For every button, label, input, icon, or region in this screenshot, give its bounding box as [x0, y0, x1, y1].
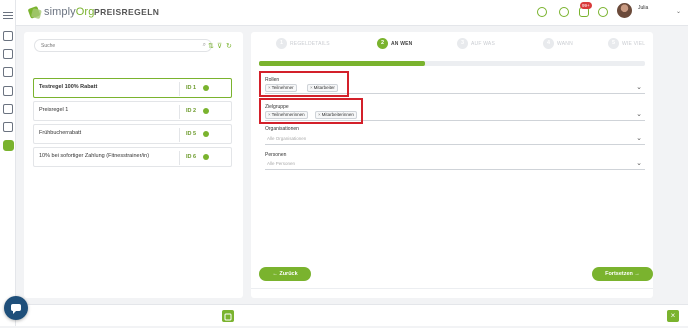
highlight-box [259, 71, 349, 97]
chevron-down-icon[interactable]: ⌄ [636, 110, 642, 118]
organisationen-select[interactable]: Alle Organisationen ⌄ [265, 133, 645, 145]
step-label: AN WEN [391, 41, 413, 47]
bottom-action-bar: × [16, 304, 688, 326]
calendar-check-icon[interactable] [3, 86, 13, 96]
status-dot [203, 108, 209, 114]
highlight-box [259, 98, 363, 124]
avatar[interactable] [617, 3, 632, 18]
menu-icon[interactable] [3, 7, 13, 19]
wizard-progress-fill [259, 61, 425, 66]
page-title: PREISREGELN [94, 7, 160, 17]
status-dot [203, 154, 209, 160]
rule-name: Preisregel 1 [39, 107, 69, 113]
step-label: AUF WAS [471, 41, 495, 47]
rule-card[interactable]: Frühbucherrabatt ID 5 [33, 124, 232, 144]
organisationen-placeholder: Alle Organisationen [267, 136, 307, 141]
building-icon[interactable] [3, 67, 13, 77]
continue-button[interactable]: Fortsetzen → [592, 267, 653, 281]
rule-name: Frühbucherrabatt [39, 130, 82, 136]
divider [179, 128, 180, 142]
rule-card[interactable]: 10% bei sofortiger Zahlung (Fitnesstrain… [33, 147, 232, 167]
rule-wizard-panel: 1 REGELDETAILS 2 AN WEN 3 AUF WAS 4 WANN… [251, 32, 653, 298]
divider [179, 82, 180, 96]
help-icon[interactable] [598, 7, 608, 17]
step-label: WIE VIEL [622, 41, 646, 47]
filter-icon[interactable]: ⊽ [217, 42, 222, 50]
step-number: 3 [457, 38, 468, 49]
document-icon[interactable] [3, 49, 13, 59]
step-number: 2 [377, 38, 388, 49]
rule-name: Testregel 100% Rabatt [39, 84, 98, 90]
save-icon[interactable] [222, 310, 234, 322]
rule-card[interactable]: Preisregel 1 ID 2 [33, 101, 232, 121]
step-number: 4 [543, 38, 554, 49]
personen-select[interactable]: Alle Personen ⌄ [265, 158, 645, 170]
status-dot [203, 85, 209, 91]
nav-rail [0, 0, 16, 326]
divider [179, 151, 180, 165]
logo-text: simplyOrg [44, 6, 95, 18]
rule-id: ID 6 [186, 154, 197, 160]
chat-icon[interactable] [4, 296, 28, 320]
step-number: 1 [276, 38, 287, 49]
rule-id: ID 1 [186, 85, 197, 91]
rule-id: ID 2 [186, 108, 197, 114]
price-rules-icon[interactable] [2, 140, 14, 151]
organisationen-label: Organisationen [265, 126, 299, 132]
search-input[interactable] [41, 41, 191, 51]
back-button[interactable]: ← Zurück [259, 267, 311, 281]
wizard-progress-bar [259, 61, 645, 66]
rule-card[interactable]: Testregel 100% Rabatt ID 1 [33, 78, 232, 98]
refresh-icon[interactable]: ↻ [226, 42, 232, 50]
divider [179, 105, 180, 119]
step-label: REGELDETAILS [290, 41, 330, 47]
search-box[interactable]: ⌕ [34, 39, 212, 52]
list-icon[interactable] [3, 122, 13, 132]
chevron-down-icon[interactable]: ⌄ [636, 159, 642, 167]
info-icon[interactable] [559, 7, 569, 17]
user-name[interactable]: Julia [638, 5, 648, 11]
search-icon[interactable]: ⌕ [203, 42, 206, 49]
chevron-down-icon[interactable]: ⌄ [636, 83, 642, 91]
close-button[interactable]: × [667, 310, 679, 322]
notification-badge: 99+ [580, 2, 592, 9]
rule-name: 10% bei sofortiger Zahlung (Fitnesstrain… [39, 153, 150, 159]
personen-placeholder: Alle Personen [267, 161, 296, 166]
megaphone-icon[interactable] [3, 104, 13, 114]
chevron-down-icon[interactable]: ⌄ [676, 8, 681, 15]
calendar-icon[interactable] [3, 31, 13, 41]
top-header: simplyOrg PREISREGELN 99+ Julia ⌄ [16, 0, 688, 26]
step-number: 5 [608, 38, 619, 49]
sort-icon[interactable]: ⇅ [208, 42, 214, 50]
status-dot [203, 131, 209, 137]
price-rules-list-panel: ⌕ ⇅ ⊽ ↻ Testregel 100% Rabatt ID 1 Preis… [24, 32, 243, 298]
logo-icon [28, 6, 42, 19]
lightbulb-icon[interactable] [537, 7, 547, 17]
step-label: WANN [557, 41, 573, 47]
divider [251, 288, 653, 289]
chevron-down-icon[interactable]: ⌄ [636, 134, 642, 142]
rule-id: ID 5 [186, 131, 197, 137]
